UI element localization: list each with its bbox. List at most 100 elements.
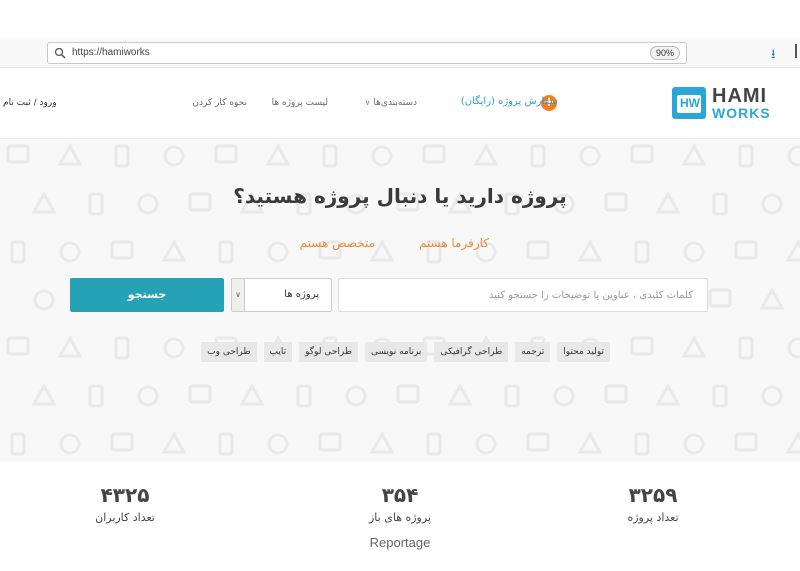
pattern-shape — [683, 433, 705, 455]
pattern-shape — [473, 142, 499, 166]
pattern-shape — [759, 286, 785, 310]
pattern-shape — [734, 432, 758, 452]
category-tag[interactable]: ترجمه — [515, 342, 551, 362]
pattern-shape — [188, 384, 212, 404]
category-tag[interactable]: طراحی لوگو — [299, 342, 359, 362]
pattern-shape — [31, 382, 57, 406]
pattern-shape — [426, 432, 442, 456]
nav-how-it-works[interactable]: نحوه کار کردن — [192, 98, 247, 108]
login-register-link[interactable]: ورود / ثبت نام — [3, 98, 57, 108]
pattern-shape — [345, 385, 367, 407]
pattern-shape — [634, 240, 650, 264]
address-bar[interactable]: https://hamiworks 90% — [47, 42, 687, 64]
category-tag[interactable]: تولید محتوا — [557, 342, 610, 362]
search-input[interactable] — [339, 279, 707, 311]
logo-works-text: WORKS — [712, 105, 771, 121]
stat-label: پروژه های باز — [369, 511, 431, 524]
pattern-shape — [114, 336, 130, 360]
pattern-shape — [785, 238, 800, 262]
pattern-shape — [137, 385, 159, 407]
toolbar-divider — [795, 44, 797, 58]
pattern-shape — [161, 430, 187, 454]
pattern-shape — [787, 145, 800, 167]
search-icon — [54, 47, 66, 59]
pattern-shape — [577, 238, 603, 262]
pattern-shape — [655, 382, 681, 406]
pattern-shape — [422, 144, 446, 164]
browser-toolbar: https://hamiworks 90% — [0, 38, 800, 68]
stat-projects: ۳۲۵۹ تعداد پروژه — [578, 483, 728, 524]
pattern-shape — [265, 142, 291, 166]
image-caption: Reportage — [369, 535, 431, 550]
pattern-shape — [634, 432, 650, 456]
pattern-shape — [738, 144, 754, 168]
pattern-shape — [322, 144, 338, 168]
order-project-link[interactable]: سفارش پروژه (رایگان) — [461, 96, 558, 107]
logo-mark: HW — [672, 87, 706, 119]
pattern-shape — [161, 238, 187, 262]
url-text: https://hamiworks — [72, 47, 150, 58]
category-tag[interactable]: طراحی وب — [201, 342, 257, 362]
site-header: HW HAMI WORKS + سفارش پروژه (رایگان) دست… — [0, 69, 800, 139]
pattern-shape — [318, 432, 342, 452]
pattern-shape — [214, 144, 238, 164]
pattern-shape — [371, 145, 393, 167]
pattern-shape — [369, 430, 395, 454]
stat-label: تعداد کاربران — [95, 511, 155, 524]
download-icon[interactable]: ⭳ — [771, 45, 776, 67]
nav-project-list[interactable]: لیست پروژه ها — [272, 98, 328, 108]
pattern-shape — [33, 289, 55, 311]
pattern-shape — [396, 384, 420, 404]
category-tag[interactable]: طراحی گرافیکی — [434, 342, 509, 362]
zoom-badge[interactable]: 90% — [649, 46, 680, 60]
pattern-shape — [57, 142, 83, 166]
pattern-shape — [369, 238, 395, 262]
pattern-shape — [712, 384, 728, 408]
pattern-shape — [239, 382, 265, 406]
pattern-shape — [681, 334, 707, 358]
pattern-shape — [88, 384, 104, 408]
pattern-shape — [10, 432, 26, 456]
pattern-shape — [761, 385, 783, 407]
hero-section: پروژه دارید یا دنبال پروژه هستید؟ کارفرم… — [0, 140, 800, 462]
stat-value: ۴۳۲۵ — [100, 483, 150, 507]
pattern-shape — [681, 142, 707, 166]
pattern-shape — [579, 145, 601, 167]
search-type-select[interactable]: پروژه ها ∨ — [231, 278, 332, 312]
pattern-shape — [10, 240, 26, 264]
category-tag[interactable]: برنامه نویسی — [365, 342, 428, 362]
pattern-shape — [630, 336, 654, 356]
pattern-shape — [530, 144, 546, 168]
pattern-shape — [110, 240, 134, 260]
pattern-shape — [110, 432, 134, 452]
pattern-shape — [267, 241, 289, 263]
pattern-shape — [734, 240, 758, 260]
hamiworks-logo[interactable]: HW HAMI WORKS — [672, 83, 782, 123]
pattern-shape — [785, 430, 800, 454]
search-field[interactable] — [338, 278, 708, 312]
pattern-shape — [6, 336, 30, 356]
search-button[interactable]: جستجو — [70, 278, 224, 312]
pattern-shape — [738, 336, 754, 360]
pattern-shape — [526, 432, 550, 452]
expert-link[interactable]: متخصص هستم — [300, 236, 375, 250]
pattern-shape — [526, 240, 550, 260]
pattern-shape — [114, 144, 130, 168]
pattern-shape — [630, 144, 654, 164]
pattern-shape — [218, 240, 234, 264]
pattern-shape — [683, 241, 705, 263]
pattern-shape — [59, 241, 81, 263]
employer-link[interactable]: کارفرما هستم — [419, 236, 489, 250]
pattern-shape — [604, 384, 628, 404]
pattern-shape — [787, 337, 800, 359]
chevron-down-icon: ∨ — [232, 279, 245, 311]
pattern-shape — [59, 433, 81, 455]
pattern-shape — [475, 433, 497, 455]
category-tag[interactable]: تایپ — [263, 342, 293, 362]
stat-open-projects: ۳۵۴ پروژه های باز — [325, 483, 475, 524]
nav-categories[interactable]: دسته‌بندی‌ها∨ — [365, 98, 417, 108]
search-type-value: پروژه ها — [284, 289, 319, 300]
pattern-shape — [553, 385, 575, 407]
nav-categories-label: دسته‌بندی‌ها — [373, 98, 417, 108]
pattern-shape — [267, 433, 289, 455]
